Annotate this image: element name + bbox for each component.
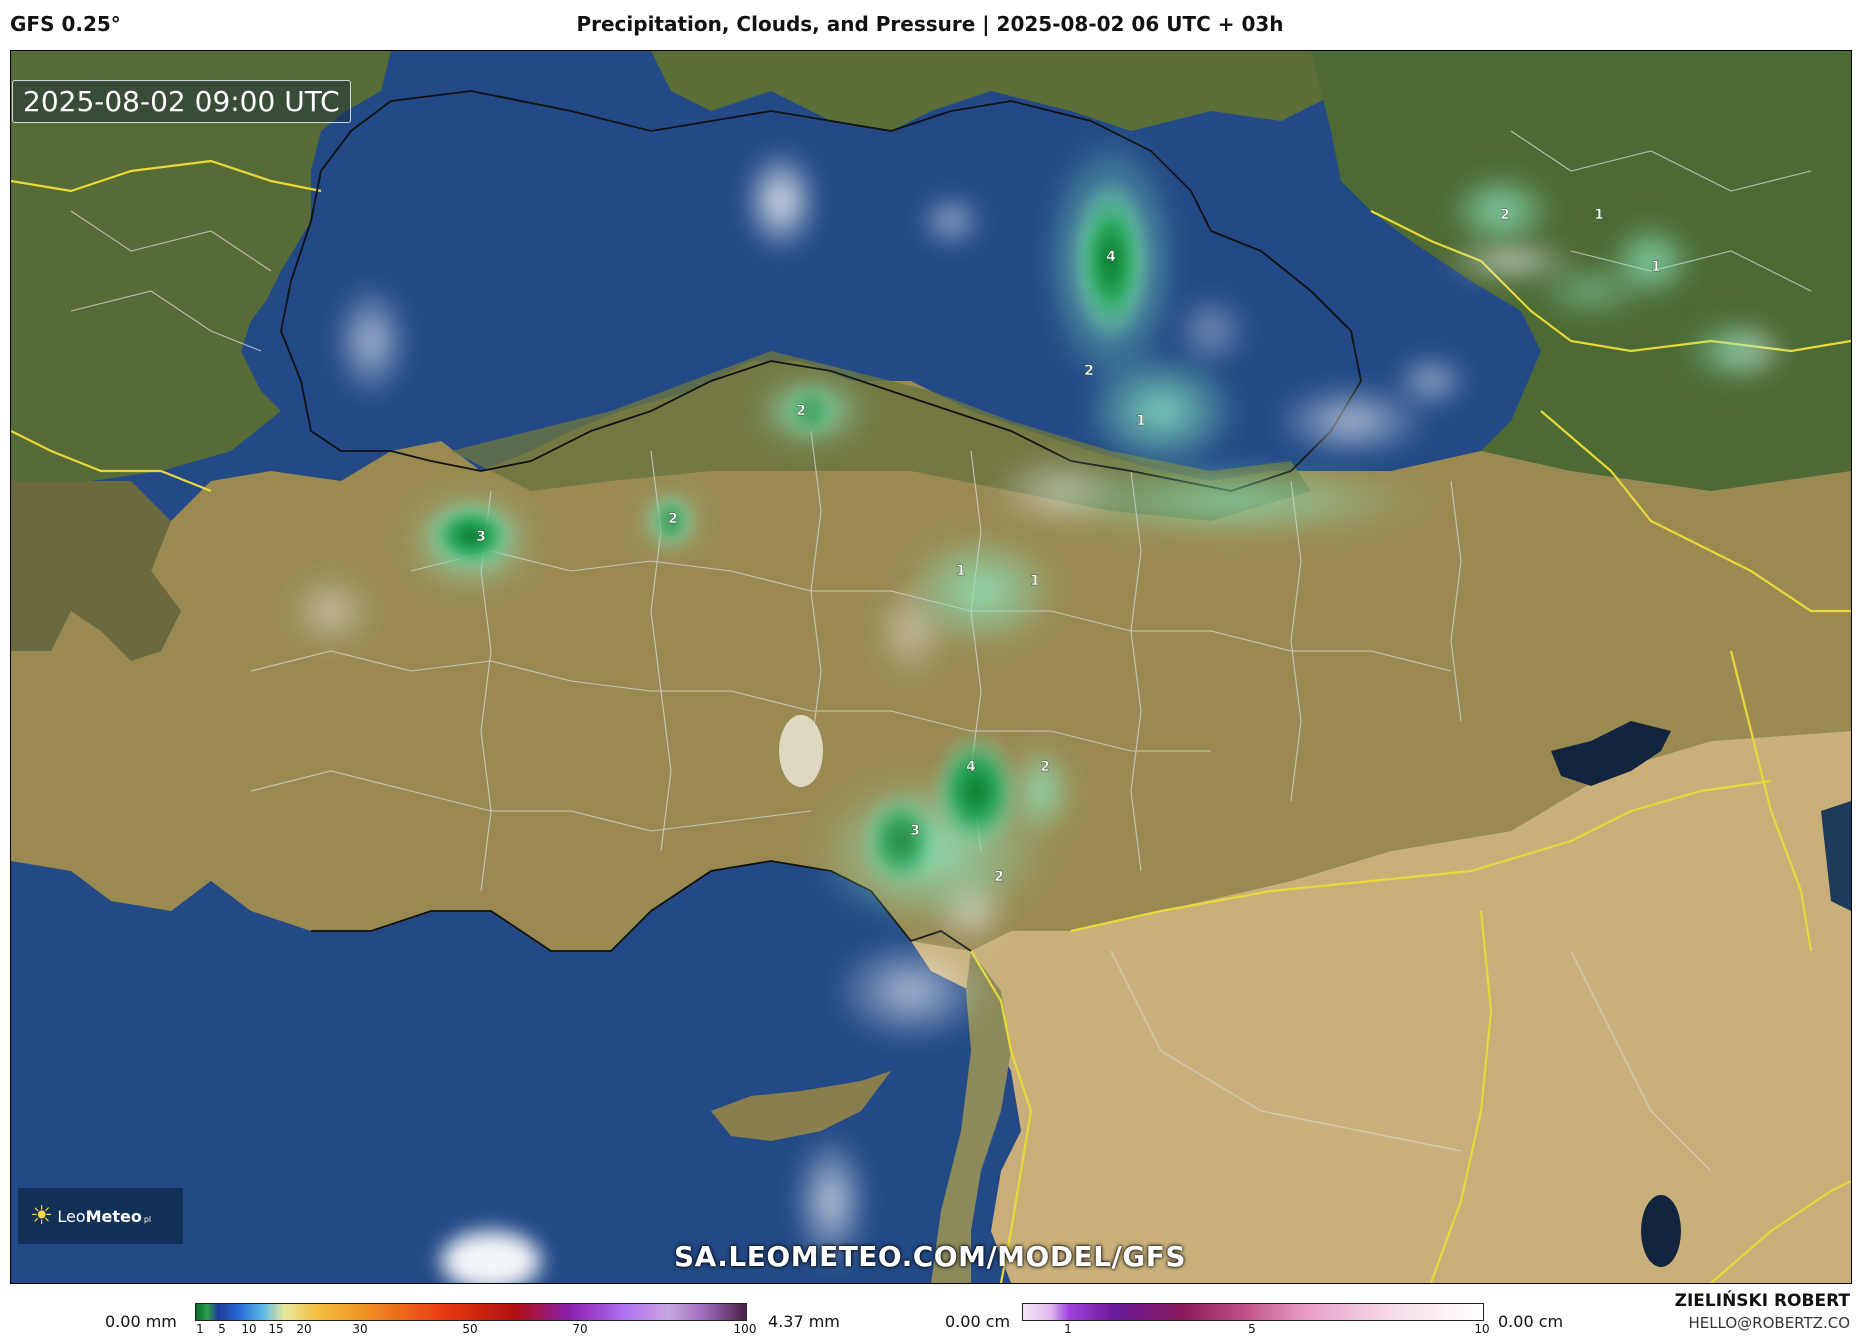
- map-canvas: 4 2 1 2 1 1 2 3 2 1 1 4 2 3 2: [11, 51, 1851, 1283]
- precip-label: 2: [1084, 363, 1094, 379]
- precip-colorbar: [195, 1303, 747, 1321]
- snow-max-label: 0.00 cm: [1498, 1312, 1564, 1331]
- snow-colorbar: [1022, 1303, 1484, 1321]
- source-watermark[interactable]: SA.LEOMETEO.COM/MODEL/GFS: [0, 1240, 1860, 1273]
- precip-label: 2: [994, 869, 1004, 885]
- precip-tick: 1: [196, 1322, 204, 1336]
- valid-time-badge: 2025-08-02 09:00 UTC: [12, 80, 351, 123]
- author-name: ZIELIŃSKI ROBERT: [1674, 1291, 1850, 1311]
- precip-tick: 70: [572, 1322, 588, 1336]
- map-title: Precipitation, Clouds, and Pressure | 20…: [576, 12, 1284, 36]
- precip-tick: 15: [268, 1322, 284, 1336]
- precip-max-label: 4.37 mm: [768, 1312, 840, 1331]
- logo-text-meteo: Meteo: [85, 1206, 142, 1226]
- precip-label: 3: [476, 529, 486, 545]
- logo-text-suffix: pl: [143, 1214, 152, 1224]
- precip-tick: 10: [241, 1322, 257, 1336]
- precip-tick: 20: [296, 1322, 312, 1336]
- precip-label: 1: [1651, 259, 1661, 275]
- snow-tick: 5: [1248, 1322, 1256, 1336]
- logo-text-leo: Leo: [57, 1206, 86, 1226]
- precip-label: 2: [668, 511, 678, 527]
- precip-label: 1: [1594, 207, 1604, 223]
- precip-label: 4: [1106, 249, 1116, 265]
- precip-label: 2: [1500, 207, 1510, 223]
- snow-tick: 10: [1474, 1322, 1490, 1336]
- snow-min-label: 0.00 cm: [945, 1312, 1011, 1331]
- sun-icon: ☀: [30, 1201, 54, 1231]
- snow-tick: 1: [1064, 1322, 1072, 1336]
- precip-tick: 5: [218, 1322, 226, 1336]
- salt-lake: [779, 715, 823, 787]
- precip-label: 1: [956, 563, 966, 579]
- precip-tick: 30: [352, 1322, 368, 1336]
- precip-label: 1: [1136, 413, 1146, 429]
- precip-min-label: 0.00 mm: [105, 1312, 177, 1331]
- precip-tick: 50: [462, 1322, 478, 1336]
- precip-label: 4: [966, 759, 976, 775]
- map-frame[interactable]: 4 2 1 2 1 1 2 3 2 1 1 4 2 3 2: [10, 50, 1852, 1284]
- precip-label: 2: [1040, 759, 1050, 775]
- precip-label: 2: [796, 403, 806, 419]
- precip-label: 1: [1030, 573, 1040, 589]
- precip-tick: 100: [733, 1322, 757, 1336]
- author-email[interactable]: HELLO@ROBERTZ.CO: [1688, 1314, 1850, 1332]
- precip-label: 3: [910, 823, 920, 839]
- leometeo-logo[interactable]: ☀ Leo Meteo pl: [18, 1188, 183, 1244]
